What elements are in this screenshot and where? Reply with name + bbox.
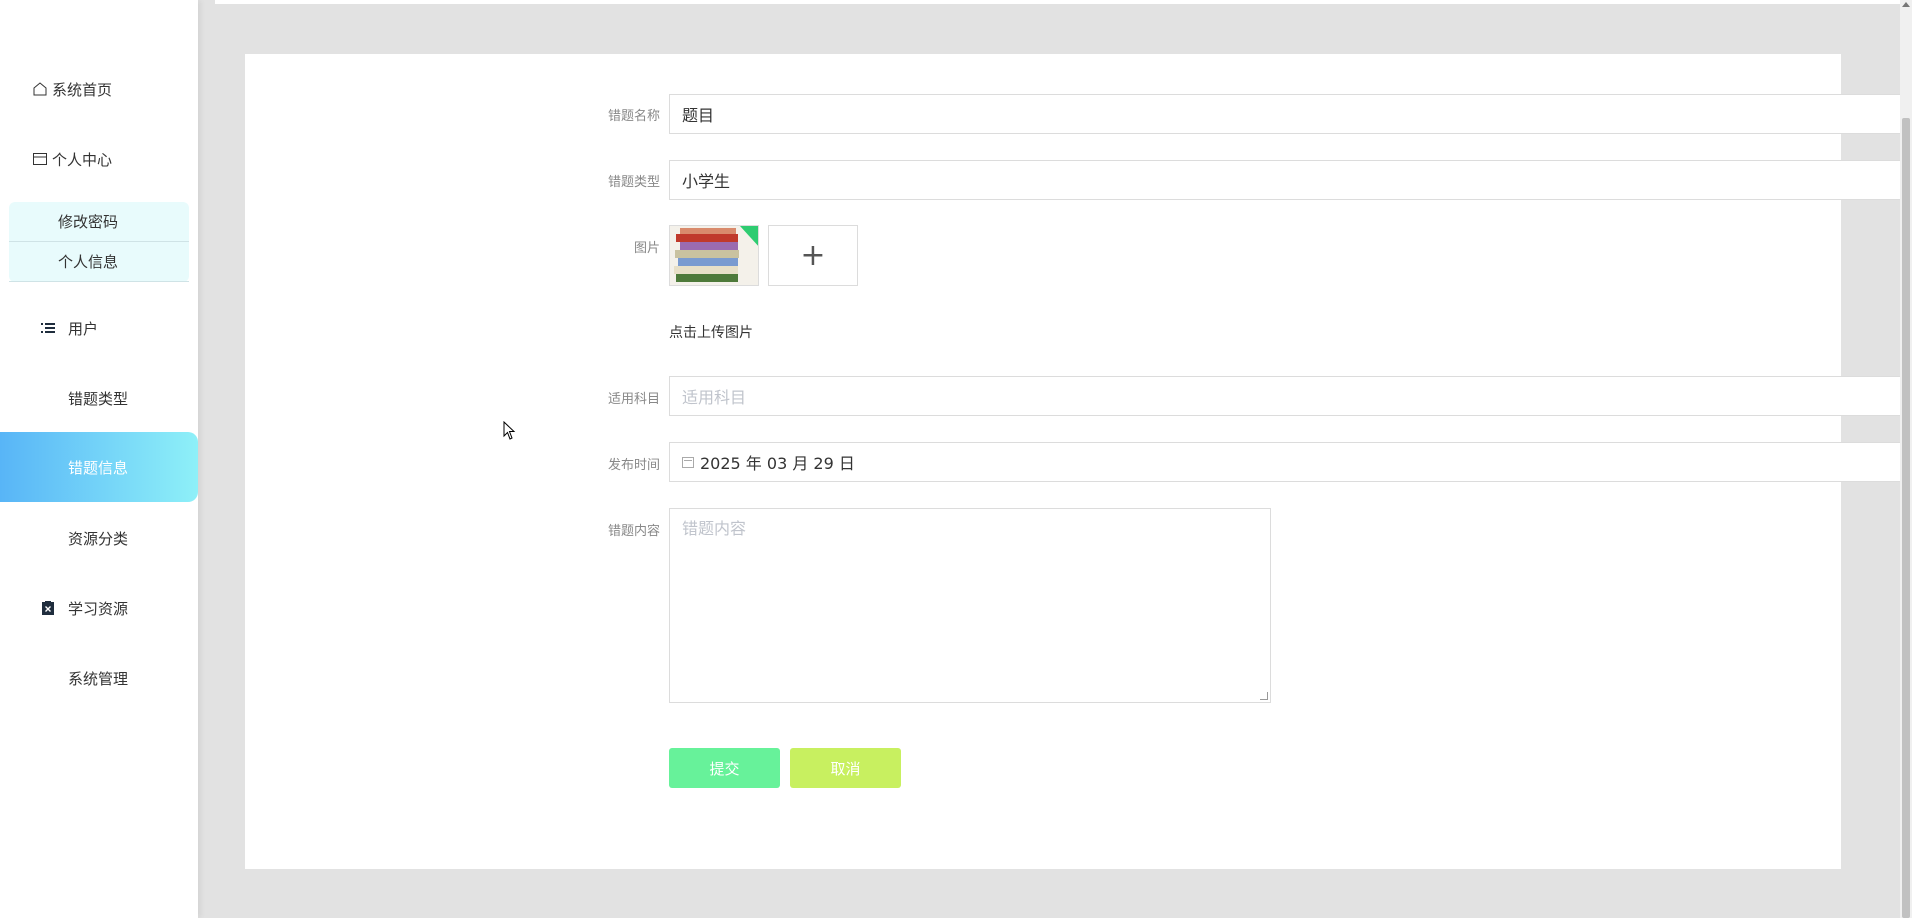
grid-icon [40, 530, 56, 546]
scrollbar-thumb[interactable] [1902, 118, 1910, 918]
type-select[interactable]: 小学生 [669, 160, 1912, 200]
content-label: 错题内容 [607, 524, 660, 539]
clipboard-x-icon [40, 600, 56, 616]
sidebar-item-learning-resources[interactable]: 学习资源 [0, 573, 198, 643]
date-label: 发布时间 [607, 458, 660, 473]
uploaded-image-thumbnail[interactable] [669, 225, 759, 286]
sidebar-item-label: 用户 [68, 319, 99, 338]
sidebar-item-label: 系统首页 [52, 80, 113, 99]
list-icon [40, 320, 56, 336]
sidebar-item-home[interactable]: 系统首页 [0, 54, 198, 124]
wallet-icon [32, 151, 48, 167]
sidebar: 系统首页 个人中心 修改密码 个人信息 用户 错题类型 错题信息 资源分类 学习… [0, 0, 198, 918]
grid-icon [40, 670, 56, 686]
sidebar-subitem-change-password[interactable]: 修改密码 [9, 202, 189, 242]
form-card: 错题名称 题目 错题类型 小学生 图片 + 点击上传图片 适用科目 适用科目 发… [245, 54, 1912, 869]
sidebar-item-system-management[interactable]: 系统管理 [0, 643, 198, 713]
scroll-up-arrow-icon[interactable] [1902, 2, 1910, 7]
content-textarea[interactable]: 错题内容 [669, 508, 1271, 703]
sidebar-item-label: 系统管理 [68, 669, 129, 688]
type-select-value: 小学生 [682, 172, 731, 191]
profile-submenu: 修改密码 个人信息 [9, 202, 189, 282]
scrollbar[interactable] [1900, 0, 1912, 918]
subject-input[interactable]: 适用科目 [669, 376, 1912, 416]
mouse-cursor-icon [503, 421, 516, 440]
sidebar-item-label: 错题信息 [68, 458, 129, 477]
sidebar-item-profile[interactable]: 个人中心 [0, 124, 198, 194]
submit-button[interactable]: 提交 [669, 748, 780, 788]
sidebar-item-users[interactable]: 用户 [0, 293, 198, 363]
sidebar-subitem-personal-info[interactable]: 个人信息 [9, 242, 189, 282]
sidebar-item-label: 学习资源 [68, 599, 129, 618]
date-value: 2025 年 03 月 29 日 [700, 454, 855, 473]
sidebar-item-error-types[interactable]: 错题类型 [0, 363, 198, 433]
grid-icon [40, 459, 56, 475]
sidebar-item-label: 错题类型 [68, 389, 129, 408]
subject-label: 适用科目 [607, 392, 660, 407]
grid-icon [40, 390, 56, 406]
date-picker[interactable]: 2025 年 03 月 29 日 [669, 442, 1912, 482]
sidebar-item-resource-category[interactable]: 资源分类 [0, 503, 198, 573]
sidebar-item-error-info[interactable]: 错题信息 [0, 432, 198, 502]
add-image-button[interactable]: + [768, 225, 858, 286]
content-placeholder: 错题内容 [682, 519, 747, 538]
calendar-icon [682, 456, 694, 468]
sidebar-item-label: 资源分类 [68, 529, 129, 548]
upload-image-tip[interactable]: 点击上传图片 [669, 322, 753, 342]
resize-handle[interactable] [1260, 692, 1268, 700]
home-icon [32, 81, 48, 97]
name-input[interactable]: 题目 [669, 94, 1912, 134]
plus-icon: + [800, 238, 826, 273]
type-label: 错题类型 [607, 175, 660, 190]
cancel-button[interactable]: 取消 [790, 748, 901, 788]
name-label: 错题名称 [607, 109, 660, 124]
image-label: 图片 [633, 241, 660, 256]
top-bar [215, 0, 1900, 4]
sidebar-item-label: 个人中心 [52, 150, 113, 169]
